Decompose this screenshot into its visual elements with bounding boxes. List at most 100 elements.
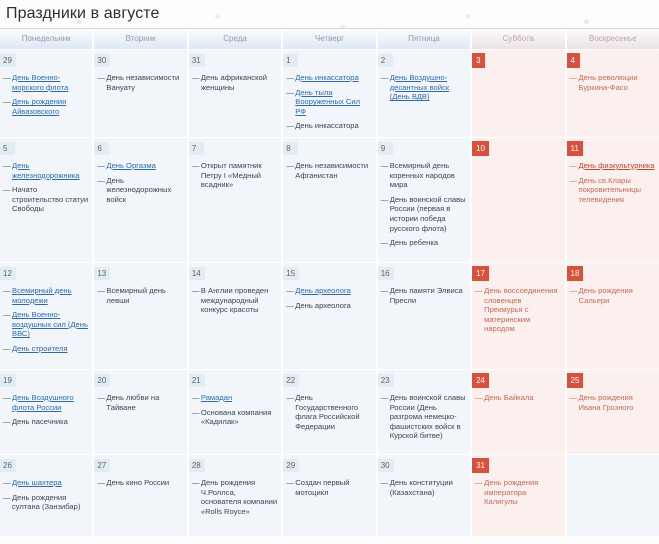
day-cell[interactable]: 29 День Военно-морского флота День рождени… [0, 50, 95, 137]
day-number: 7 [188, 142, 204, 155]
day-cell[interactable]: 13 Всемирный день левши [94, 263, 189, 369]
day-number: 22 [283, 374, 300, 387]
event-item: День пасечника [3, 417, 88, 427]
event-link[interactable]: День тыла Вооруженных Сил РФ [295, 88, 360, 116]
event-item[interactable]: День Воздушно-десантных войск (День ВДВ) [381, 73, 466, 102]
day-cell[interactable]: 31 День африканской женщины [188, 50, 284, 137]
day-number: 14 [188, 267, 205, 280]
event-link[interactable]: Рамадан [201, 393, 232, 402]
event-item: В Англии проведен международный конкурс … [192, 286, 277, 315]
day-cell[interactable]: 29 Создан первый мотоцикл [283, 455, 378, 536]
day-cell[interactable]: 4 День революции Буркина-Фасо [566, 50, 659, 137]
event-text: День памяти Элвиса Пресли [389, 286, 463, 305]
day-number: 28 [188, 459, 205, 472]
day-cell[interactable]: 30 День независимости Вануату [94, 50, 189, 137]
week-row: 19 День Воздушного флота России День пасеч… [0, 369, 659, 454]
event-item: День конституции (Казахстана) [381, 478, 466, 497]
day-number: 9 [377, 142, 393, 155]
event-item: День инкассатора [286, 121, 371, 131]
event-item[interactable]: День железнодорожника [3, 161, 88, 180]
weekday-header-1: Вторник [94, 29, 189, 49]
day-cell[interactable]: 8 День независимости Афганистан [283, 138, 378, 262]
day-cell[interactable]: 27 День кино России [94, 455, 189, 536]
event-item[interactable]: День рождения Айвазовского [3, 97, 88, 116]
day-cell[interactable]: 3 [472, 50, 567, 137]
event-item[interactable]: Рамадан [192, 393, 277, 403]
event-item[interactable]: День физкультурника [570, 161, 655, 171]
event-link[interactable]: День железнодорожника [12, 161, 80, 180]
event-text: Всемирный день левши [106, 286, 167, 305]
day-number: 30 [377, 459, 394, 472]
event-item[interactable]: День тыла Вооруженных Сил РФ [286, 88, 371, 117]
day-cell[interactable]: 25 День рождения Ивана Грозного [566, 370, 659, 454]
event-list: День Военно-морского флота День рождения … [0, 73, 92, 116]
event-link[interactable]: День строителя [12, 344, 68, 353]
weekday-header-6: Воскресенье [566, 29, 659, 49]
event-link[interactable]: День Оргазма [106, 161, 155, 170]
day-cell[interactable]: 16 День памяти Элвиса Пресли [377, 263, 473, 369]
event-list: День физкультурника День св.Клары покрови… [567, 161, 659, 204]
event-list: День Оргазма День железнодорожных войск [94, 161, 186, 204]
event-item: День Государственного флага Российской Ф… [286, 393, 371, 431]
day-cell[interactable]: 14 В Англии проведен международный конкур… [188, 263, 284, 369]
day-cell[interactable]: 31 День рождения императора Калигулы [472, 455, 567, 536]
event-link[interactable]: День рождения Айвазовского [12, 97, 66, 116]
event-text: День кино России [106, 478, 170, 487]
day-cell[interactable]: 1 День инкассатора День тыла Вооруженных С… [283, 50, 378, 137]
day-cell[interactable]: 6 День Оргазма День железнодорожных войск [94, 138, 189, 262]
day-cell[interactable]: 17 День воссоединения словенцев Прекмурья… [472, 263, 567, 369]
event-link[interactable]: День Воздушно-десантных войск (День ВДВ) [390, 73, 449, 101]
day-cell[interactable]: 18 День рождения Сальери [566, 263, 659, 369]
event-item[interactable]: День Оргазма [97, 161, 182, 171]
event-item[interactable]: День строителя [3, 344, 88, 354]
event-text: Создан первый мотоцикл [295, 478, 350, 497]
event-link[interactable]: Всемирный день молодежи [12, 286, 72, 305]
event-link[interactable]: День Военно-воздушных сил (День ВВС) [12, 310, 88, 338]
event-text: День инкассатора [295, 121, 359, 131]
event-item: День ребенка [381, 238, 466, 248]
title-bar: Праздники в августе [0, 0, 659, 28]
day-number: 2 [377, 54, 393, 67]
day-cell[interactable]: 24 День Байкала [472, 370, 567, 454]
event-link[interactable]: День Воздушного флота России [12, 393, 74, 412]
day-cell[interactable]: 30 День конституции (Казахстана) [377, 455, 473, 536]
day-cell[interactable]: 11 День физкультурника День св.Клары покро… [566, 138, 659, 262]
day-cell[interactable]: 23 День воинской славы России (День разгр… [377, 370, 473, 454]
day-cell[interactable]: 21 Рамадан Основана компания «Кадилак» [188, 370, 284, 454]
day-number: 19 [0, 374, 16, 387]
day-cell[interactable]: 5 День железнодорожника Начато строительст… [0, 138, 95, 262]
event-link[interactable]: День шахтера [12, 478, 62, 487]
day-cell[interactable]: 12 Всемирный день молодежи День Военно-воз… [0, 263, 95, 369]
event-item[interactable]: День Военно-воздушных сил (День ВВС) [3, 310, 88, 339]
day-cell[interactable]: 22 День Государственного флага Российской… [283, 370, 378, 454]
event-link[interactable]: День физкультурника [579, 161, 655, 170]
day-cell[interactable]: 10 [472, 138, 567, 262]
event-list: День Воздушно-десантных войск (День ВДВ) [378, 73, 470, 102]
event-item[interactable]: День инкассатора [286, 73, 371, 83]
event-item[interactable]: День Воздушного флота России [3, 393, 88, 412]
event-text: День рождения Ивана Грозного [578, 393, 634, 412]
event-item[interactable]: День Военно-морского флота [3, 73, 88, 92]
event-item[interactable]: День археолога [286, 286, 371, 296]
event-list: День железнодорожника Начато строительств… [0, 161, 92, 214]
event-text: День пасечника [12, 417, 68, 427]
day-cell[interactable]: 2 День Воздушно-десантных войск (День ВДВ… [377, 50, 473, 137]
event-item: День кино России [97, 478, 182, 488]
day-cell[interactable]: 9 Всемирный день коренных народов мира Ден… [377, 138, 473, 262]
event-item: Создан первый мотоцикл [286, 478, 371, 497]
event-text: Основана компания «Кадилак» [200, 407, 272, 427]
event-link[interactable]: День археолога [295, 286, 351, 295]
event-list: Всемирный день левши [94, 286, 186, 305]
day-cell[interactable]: 28 День рождения Ч.Роллса, основателя ком… [188, 455, 284, 536]
day-cell[interactable]: 26 День шахтера День рождения султана (Зан… [0, 455, 95, 536]
day-cell[interactable]: 20 День любви на Тайване [94, 370, 189, 454]
day-cell[interactable]: 7 Открыт памятник Петру I «Медный всадник… [188, 138, 284, 262]
day-cell[interactable]: 15 День археолога День археолога [283, 263, 378, 369]
day-number: 13 [94, 267, 111, 280]
event-item[interactable]: День шахтера [3, 478, 88, 488]
event-item[interactable]: Всемирный день молодежи [3, 286, 88, 305]
event-link[interactable]: День инкассатора [295, 73, 359, 82]
event-link[interactable]: День Военно-морского флота [12, 73, 68, 92]
event-item: Начато строительство статуи Свободы [3, 185, 88, 214]
day-cell[interactable]: 19 День Воздушного флота России День пасеч… [0, 370, 95, 454]
